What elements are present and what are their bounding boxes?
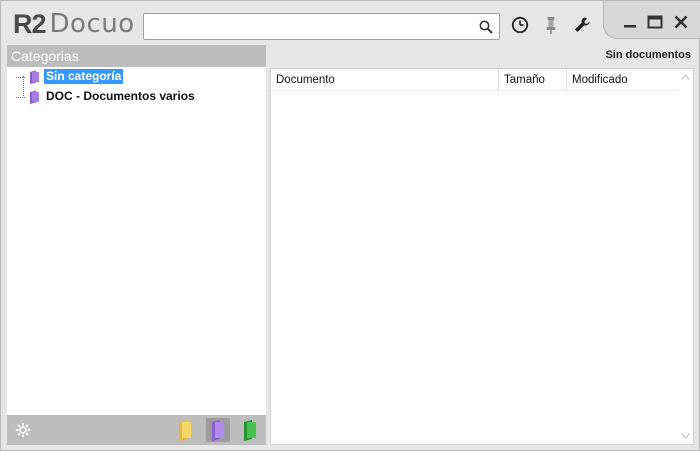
purple-folder-icon bbox=[30, 90, 39, 104]
logo-name: Docuo bbox=[49, 9, 135, 39]
column-header-tamano[interactable]: Tamaño bbox=[499, 69, 567, 91]
documents-list[interactable]: Documento Tamaño Modificado bbox=[270, 68, 694, 445]
tree-item-label: DOC - Documentos varios bbox=[46, 89, 195, 103]
tree-item-doc-documentos-varios[interactable]: DOC - Documentos varios bbox=[7, 89, 266, 107]
maximize-icon[interactable] bbox=[646, 13, 664, 31]
search-box bbox=[143, 13, 500, 40]
scroll-up-arrow-icon[interactable] bbox=[681, 74, 690, 80]
purple-folder-icon bbox=[30, 70, 39, 84]
categories-panel: Categorias Sin categoría DOC - Documento… bbox=[7, 45, 266, 445]
yellow-folder-icon[interactable] bbox=[173, 418, 197, 442]
categories-header: Categorias bbox=[7, 45, 266, 67]
column-header-modificado[interactable]: Modificado bbox=[567, 69, 679, 91]
search-icon[interactable] bbox=[478, 19, 494, 35]
purple-folder-icon[interactable] bbox=[206, 418, 230, 442]
categories-footer bbox=[7, 415, 266, 445]
list-header: Documento Tamaño Modificado bbox=[271, 69, 679, 91]
wrench-settings-icon[interactable] bbox=[572, 15, 592, 35]
scroll-down-arrow-icon[interactable] bbox=[681, 433, 690, 439]
green-folder-icon[interactable] bbox=[238, 418, 262, 442]
close-icon[interactable] bbox=[672, 13, 690, 31]
document-status: Sin documentos bbox=[605, 49, 691, 61]
category-tree: Sin categoría DOC - Documentos varios bbox=[7, 67, 266, 415]
minimize-icon[interactable] bbox=[621, 13, 639, 31]
history-clock-icon[interactable] bbox=[510, 15, 530, 35]
gear-icon[interactable] bbox=[15, 422, 31, 438]
logo-mark: R2 bbox=[13, 8, 47, 39]
search-input[interactable] bbox=[148, 17, 468, 36]
column-header-documento[interactable]: Documento bbox=[271, 69, 499, 91]
app-window: R2 Docuo Categorias Sin categoría DOC - … bbox=[0, 0, 700, 451]
app-logo: R2 Docuo bbox=[13, 8, 135, 40]
tree-item-sin-categoria[interactable]: Sin categoría bbox=[7, 69, 266, 87]
tree-item-label: Sin categoría bbox=[44, 69, 124, 84]
vertical-scrollbar[interactable] bbox=[678, 69, 693, 444]
pin-icon[interactable] bbox=[541, 15, 561, 35]
top-bar: R2 Docuo bbox=[1, 1, 700, 46]
